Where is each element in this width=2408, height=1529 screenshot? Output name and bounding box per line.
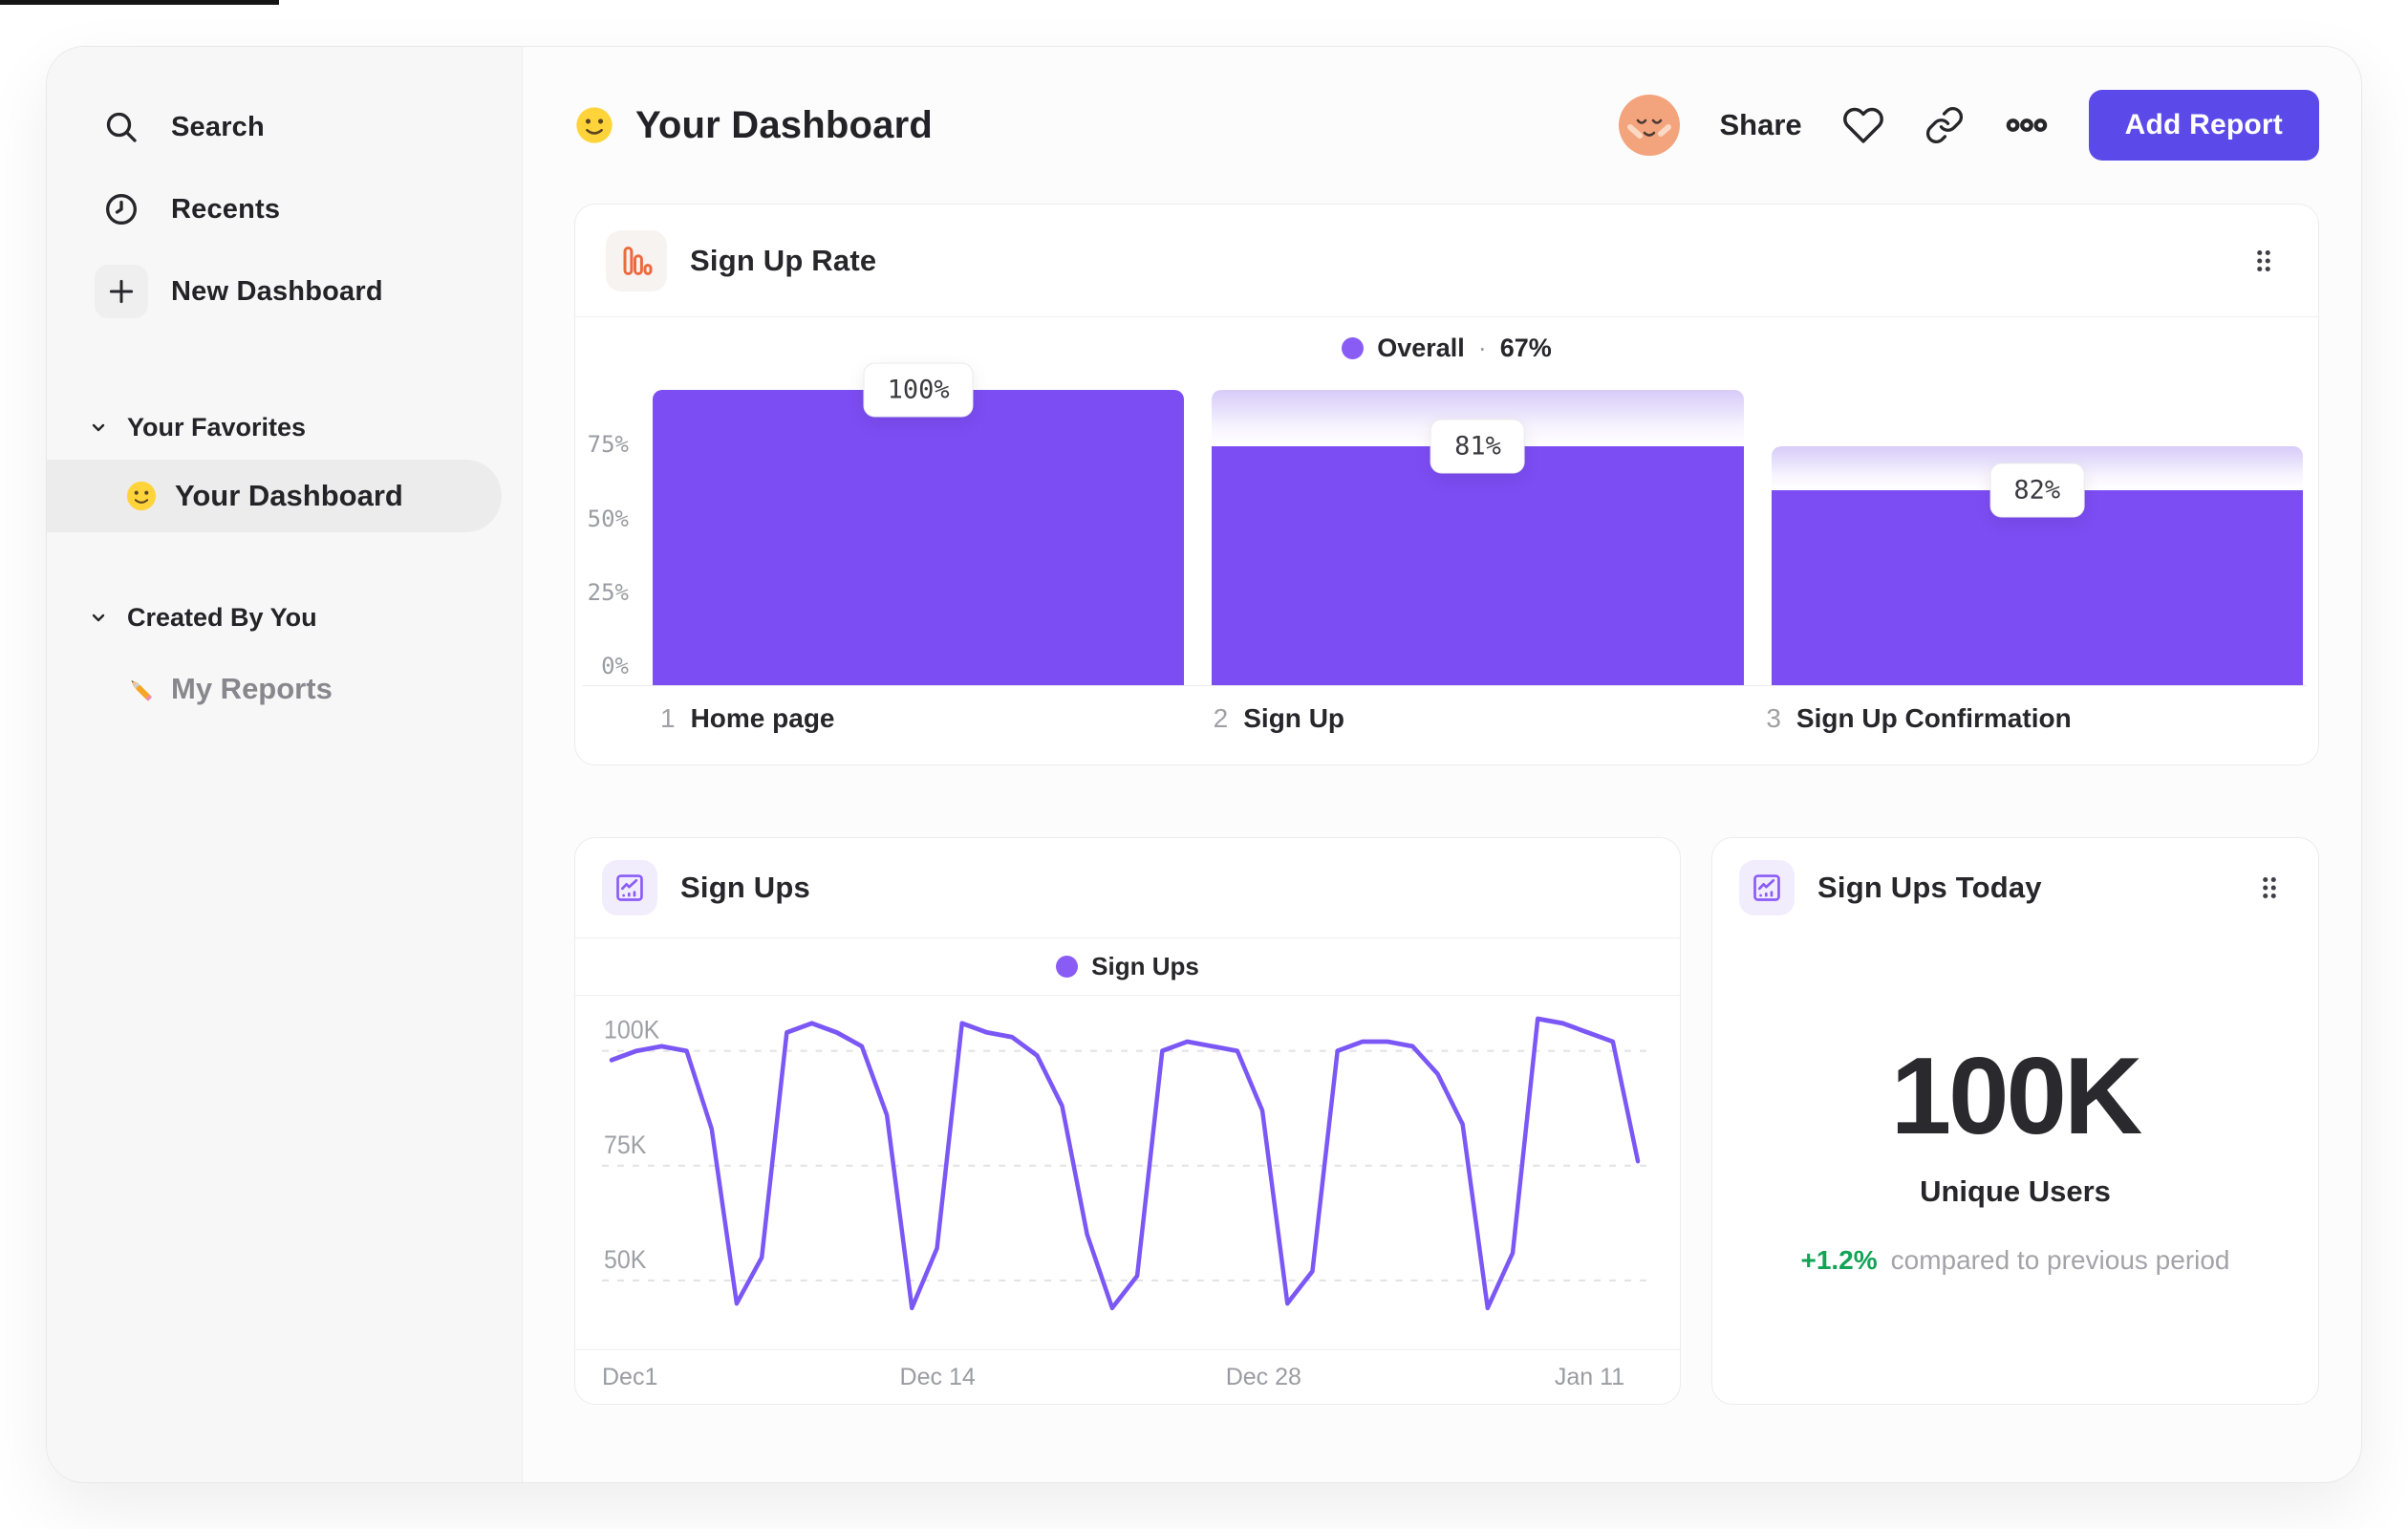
card-title: Sign Ups Today [1817,871,2042,904]
favorites-section: Your Favorites Your Dashboard [47,408,522,532]
sidebar-item-label: Your Dashboard [175,479,403,512]
card-title: Sign Ups [680,871,810,904]
sidebar-item-your-dashboard[interactable]: Your Dashboard [47,460,502,532]
conversion-tooltip: 81% [1430,419,1525,474]
sign-ups-today-card: Sign Ups Today 100K Unique Users +1.2% c… [1711,837,2319,1405]
legend-label: Sign Ups [1091,952,1199,980]
stat-body: 100K Unique Users +1.2% compared to prev… [1712,937,2318,1276]
funnel-bar[interactable]: 81% [1212,390,1744,685]
x-tick-label: Dec1 [602,1364,658,1390]
favorites-section-header[interactable]: Your Favorites [87,408,522,446]
x-tick-label: Dec 28 [1225,1364,1301,1390]
smiley-emoji-icon [126,481,157,511]
pencil-icon [131,680,152,701]
funnel-bar-fill [1771,490,2303,685]
funnel-y-tick: 50% [587,505,629,532]
card-header: Sign Ups [575,838,1680,937]
svg-text:100K: 100K [604,1015,660,1044]
line-chart-icon [1739,860,1795,915]
conversion-tooltip: 100% [863,362,974,418]
sidebar-item-recents[interactable]: Recents [95,183,522,236]
x-tick-label: Dec 14 [899,1364,976,1390]
sidebar: Search Recents New Dashboard Your Favori… [47,47,523,1482]
legend-value: 67% [1499,333,1552,362]
add-report-button[interactable]: Add Report [2088,90,2319,161]
bar-chart-icon [606,229,667,291]
page-title: Your Dashboard [635,103,933,146]
funnel-y-tick: 0% [601,653,629,679]
funnel-y-tick: 75% [587,431,629,459]
link-icon[interactable] [1924,105,1965,145]
sidebar-item-new-dashboard[interactable]: New Dashboard [95,265,522,318]
plus-icon [95,265,148,318]
funnel-chart: 0% 25% 50% 75% 100% 81% 82% 1 Home page 2 Sign Up… [583,362,2307,734]
x-tick-label: Jan 11 [1554,1364,1625,1390]
sidebar-item-label: Recents [171,193,281,225]
funnel-step-label: 3 Sign Up Confirmation [1766,703,2072,733]
funnel-step-labels: 1 Home page 2 Sign Up 3 Sign Up Confirmation [660,703,2291,734]
main-content: Your Dashboard Share Add Report Sign Up … [523,47,2361,1482]
heart-icon[interactable] [1842,104,1884,146]
smiley-emoji-icon [576,107,613,143]
share-button[interactable]: Share [1720,108,1802,142]
funnel-bar[interactable]: 82% [1771,390,2303,685]
window-edge-artifact [0,0,279,5]
x-axis: Dec1 Dec 14 Dec 28 Jan 11 [575,1349,1680,1404]
legend: Overall · 67% [575,317,2318,378]
sidebar-nav: Search Recents New Dashboard [47,100,522,318]
header-actions: Share Add Report [1618,90,2319,161]
created-by-you-section: Created By You My Reports [47,598,522,706]
funnel-step-label: 1 Home page [660,703,835,733]
stat-delta-context: compared to previous period [1890,1245,2230,1275]
sidebar-item-label: New Dashboard [171,275,383,307]
legend-dot [1056,956,1079,978]
section-title: Created By You [127,602,317,632]
funnel-plot: 0% 25% 50% 75% 100% 81% 82% [583,362,2307,686]
legend-separator: · [1477,333,1487,362]
sidebar-item-label: Search [171,111,265,142]
created-section-header[interactable]: Created By You [87,598,522,636]
drag-handle-icon[interactable] [2247,245,2280,277]
card-header: Sign Up Rate [575,205,2318,317]
funnel-bar[interactable]: 100% [653,362,1185,685]
svg-text:75K: 75K [604,1130,647,1159]
funnel-bar-fill [1212,445,1744,685]
conversion-tooltip: 82% [1989,463,2085,518]
sign-up-rate-card: Sign Up Rate Overall · 67% 0% 25% 50% 75% 10… [574,204,2319,765]
page-header: Your Dashboard Share Add Report [574,47,2319,204]
chevron-down-icon [92,423,105,432]
avatar[interactable] [1618,95,1680,156]
legend-dot [1342,336,1365,359]
app-window: Search Recents New Dashboard Your Favori… [46,46,2362,1483]
ellipsis-icon[interactable] [2005,103,2049,147]
card-title: Sign Up Rate [690,243,877,277]
chevron-down-icon [92,614,105,622]
recents-icon [95,183,148,236]
funnel-bar-fill [653,390,1185,685]
title-group: Your Dashboard [574,104,933,147]
stat-delta: +1.2% [1800,1245,1878,1275]
legend-label: Overall [1377,333,1465,362]
stat-delta-row: +1.2% compared to previous period [1800,1245,2229,1276]
sidebar-item-my-reports[interactable]: My Reports [125,672,522,706]
stat-label: Unique Users [1920,1174,2111,1208]
legend: Sign Ups [575,937,1680,996]
sign-ups-card: Sign Ups Sign Ups 100K 75K 50K Dec1 Dec 14 D… [574,837,1681,1405]
funnel-step-label: 2 Sign Up [1213,703,1345,733]
section-title: Your Favorites [127,412,307,441]
line-chart: 100K 75K 50K [602,996,1653,1349]
sidebar-item-label: My Reports [171,672,333,705]
drag-handle-icon[interactable] [2253,872,2286,904]
sidebar-item-search[interactable]: Search [95,100,522,154]
funnel-y-tick: 25% [587,578,629,606]
card-header: Sign Ups Today [1712,838,2318,937]
search-icon [95,100,148,154]
stat-value: 100K [1890,1036,2143,1157]
bottom-row: Sign Ups Sign Ups 100K 75K 50K Dec1 Dec 14 D… [574,837,2319,1405]
line-chart-icon [602,860,657,915]
svg-text:50K: 50K [604,1244,647,1274]
